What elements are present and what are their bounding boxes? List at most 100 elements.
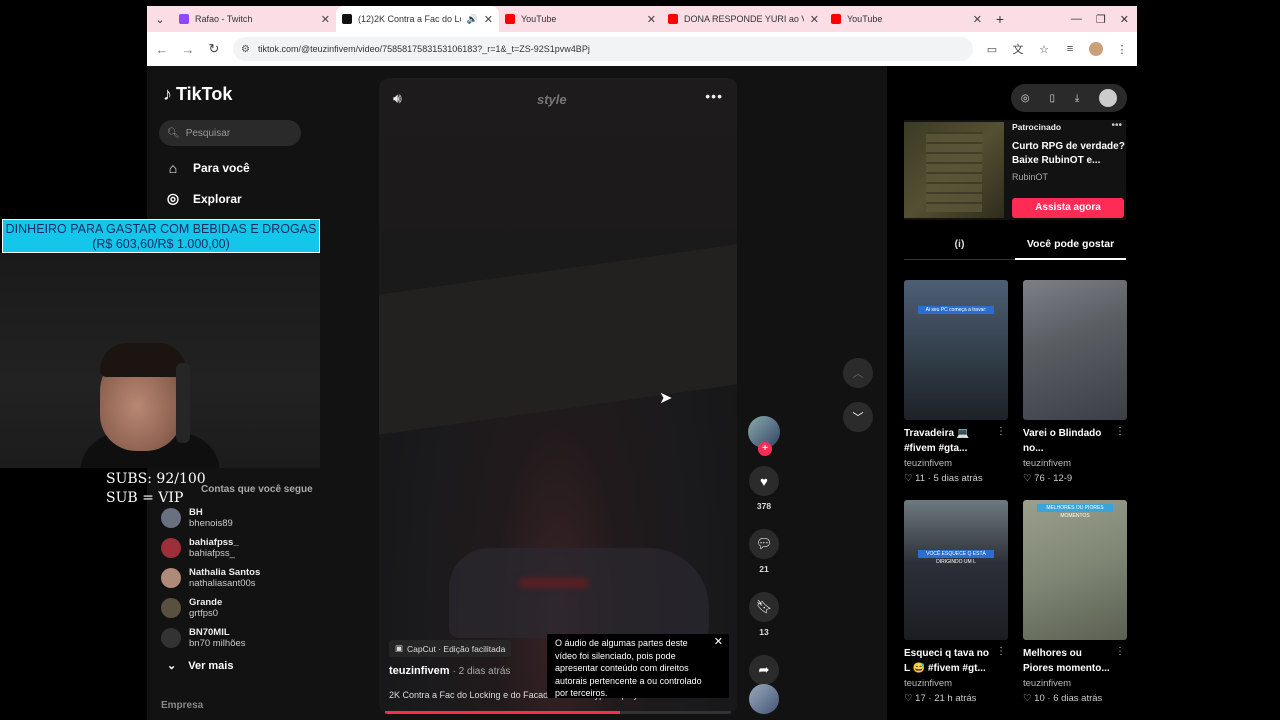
address-bar[interactable]: ⚙ tiktok.com/@teuzinfivem/video/75858175… — [233, 37, 973, 61]
nav-explore[interactable]: ◎ Explorar — [165, 190, 242, 207]
user-avatar[interactable] — [1099, 89, 1118, 107]
footer-section-company[interactable]: Empresa — [161, 700, 203, 711]
video-age: 12-9 — [1053, 473, 1073, 484]
video-author: teuzinfivem — [904, 458, 953, 469]
tab-0[interactable]: Rafao - Twitch ✕ — [173, 6, 336, 32]
video-frame-taillight — [519, 578, 589, 588]
ad-headline: Curto RPG de verdade? Baixe RubinOT e... — [1012, 141, 1125, 166]
recommended-video[interactable]: Varei o Blindado no... ⋮ teuzinfivem ♡ 7… — [1023, 280, 1127, 484]
account-username: bahiafpss_ — [189, 548, 235, 559]
kebab-menu-icon[interactable]: ⋮ — [1115, 646, 1125, 657]
thumbnail-banner: VOCÊ ESQUECE Q ESTÁ DIRIGINDO UM L — [918, 550, 994, 565]
kebab-menu-icon[interactable]: ⋮ — [996, 426, 1006, 437]
sponsored-tag: Patrocinado — [1012, 122, 1062, 132]
progress-fill — [385, 711, 621, 714]
restore-icon[interactable]: ❐ — [1096, 13, 1106, 26]
ad-thumbnail[interactable] — [904, 122, 1004, 218]
author-avatar[interactable]: + — [748, 416, 780, 456]
cast-icon[interactable]: ▭ — [985, 43, 999, 56]
tab-list-chevron-icon[interactable]: ⌄ — [147, 6, 173, 32]
ad-more-icon[interactable]: ••• — [1111, 120, 1122, 131]
comment-action[interactable]: 💬︎ 21 — [749, 529, 779, 574]
close-window-icon[interactable]: ✕ — [1120, 13, 1129, 26]
site-info-icon[interactable]: ⚙ — [241, 44, 250, 55]
youtube-icon — [668, 14, 678, 24]
streamer-webcam — [0, 253, 320, 468]
browser-toolbar: ← → ↻ ⚙ tiktok.com/@teuzinfivem/video/75… — [147, 32, 1137, 66]
recommended-video[interactable]: VOCÊ ESQUECE Q ESTÁ DIRIGINDO UM L Esque… — [904, 500, 1008, 704]
tab-you-may-like[interactable]: Você pode gostar — [1015, 238, 1126, 260]
compass-icon[interactable]: ◎ — [1021, 93, 1030, 104]
video-author: teuzinfivem — [904, 678, 953, 689]
video-age: 6 dias atrás — [1053, 693, 1103, 704]
video-meta: ♡ 76 · 12-9 — [1023, 473, 1073, 484]
ad-thumbnail-art — [926, 132, 982, 212]
video-meta: ♡ 17 · 21 h atrás — [904, 693, 977, 704]
close-notice-icon[interactable]: ✕ — [714, 636, 723, 649]
tab-2[interactable]: YouTube ✕ — [499, 6, 662, 32]
next-video-chevron-down-icon[interactable]: ﹀ — [843, 402, 873, 432]
video-thumbnail[interactable]: VOCÊ ESQUECE Q ESTÁ DIRIGINDO UM L — [904, 500, 1008, 640]
bookmark-star-icon[interactable]: ☆ — [1037, 43, 1051, 56]
video-player[interactable]: style 🔊︎ ••• ▣ CapCut · Edição facilitad… — [379, 78, 737, 714]
tab-info[interactable]: (i) — [904, 238, 1015, 260]
tiktok-logo[interactable]: ♪ TikTok — [163, 84, 232, 105]
follow-plus-icon[interactable]: + — [758, 442, 772, 456]
kebab-menu-icon[interactable]: ⋮ — [1115, 43, 1129, 56]
new-tab-plus-icon[interactable]: + — [988, 6, 1012, 32]
screen: ⌄ Rafao - Twitch ✕ (12)2K Contra a Fac d… — [0, 0, 1280, 720]
video-author[interactable]: teuzinfivem · 2 dias atrás — [389, 665, 510, 677]
video-thumbnail[interactable]: Ai seu PC começa a travar: — [904, 280, 1008, 420]
kebab-menu-icon[interactable]: ⋮ — [1115, 426, 1125, 437]
tab-3[interactable]: DONA RESPONDE YURI ao VIVO ✕ — [662, 6, 825, 32]
video-watermark: style — [537, 92, 567, 107]
search-input[interactable]: 🔍︎ Pesquisar — [159, 120, 301, 146]
recommended-video[interactable]: MELHORES OU PIORES MOMENTOS Melhores ou … — [1023, 500, 1127, 704]
like-count: 17 — [915, 693, 926, 704]
video-thumbnail[interactable]: MELHORES OU PIORES MOMENTOS — [1023, 500, 1127, 640]
close-tab-icon[interactable]: ✕ — [973, 13, 982, 26]
kebab-menu-icon[interactable]: ⋮ — [996, 646, 1006, 657]
capcut-badge[interactable]: ▣ CapCut · Edição facilitada — [389, 640, 512, 657]
more-options-icon[interactable]: ••• — [705, 88, 723, 104]
following-account[interactable]: Nathalia Santos nathaliasant00s — [161, 563, 321, 593]
heart-icon[interactable]: ♥ — [749, 466, 779, 496]
share-icon[interactable]: ➦ — [749, 655, 779, 685]
next-author-avatar[interactable] — [749, 684, 779, 714]
close-tab-icon[interactable]: ✕ — [484, 13, 493, 26]
bookmark-action[interactable]: 🔖︎ 13 — [749, 592, 779, 637]
translate-icon[interactable]: 文 — [1011, 41, 1025, 57]
close-tab-icon[interactable]: ✕ — [810, 13, 819, 26]
see-more-button[interactable]: ⌄ Ver mais — [161, 659, 321, 673]
video-progress-bar[interactable] — [385, 711, 731, 714]
watch-now-button[interactable]: Assista agora — [1012, 198, 1124, 218]
close-tab-icon[interactable]: ✕ — [647, 13, 656, 26]
following-account[interactable]: BN70MIL bn70 milhões — [161, 623, 321, 653]
sponsored-ad[interactable]: Patrocinado ••• Curto RPG de verdade? Ba… — [904, 120, 1126, 220]
previous-video-chevron-up-icon[interactable]: ︿ — [843, 358, 873, 388]
minimize-icon[interactable]: — — [1071, 13, 1082, 25]
forward-arrow-icon[interactable]: → — [181, 42, 195, 57]
reload-icon[interactable]: ↻ — [207, 41, 221, 57]
like-action[interactable]: ♥ 378 — [749, 466, 779, 511]
phone-icon[interactable]: ▯ — [1049, 93, 1055, 104]
back-arrow-icon[interactable]: ← — [155, 42, 169, 57]
speaker-icon[interactable]: 🔊 — [467, 14, 478, 25]
following-account[interactable]: Grande grtfps0 — [161, 593, 321, 623]
video-frame-car — [449, 548, 709, 638]
profile-avatar-icon[interactable] — [1089, 42, 1103, 56]
close-tab-icon[interactable]: ✕ — [321, 13, 330, 26]
browser-tab-bar: ⌄ Rafao - Twitch ✕ (12)2K Contra a Fac d… — [147, 6, 1137, 32]
comment-icon[interactable]: 💬︎ — [749, 529, 779, 559]
video-thumbnail[interactable] — [1023, 280, 1127, 420]
tab-1-active[interactable]: (12)2K Contra a Fac do Locking 🔊 ✕ — [336, 6, 499, 32]
tab-4[interactable]: YouTube ✕ — [825, 6, 988, 32]
volume-icon[interactable]: 🔊︎ — [393, 90, 402, 107]
recommended-video[interactable]: Ai seu PC começa a travar: Travadeira 💻 … — [904, 280, 1008, 484]
media-controls-icon[interactable]: ≡ — [1063, 43, 1077, 55]
download-icon[interactable]: ⤓ — [1075, 93, 1079, 104]
bookmark-icon[interactable]: 🔖︎ — [749, 592, 779, 622]
following-account[interactable]: bahiafpss_ bahiafpss_ — [161, 533, 321, 563]
nav-for-you[interactable]: ⌂ Para você — [165, 160, 250, 176]
right-panel-tabs: (i) Você pode gostar — [904, 238, 1126, 260]
